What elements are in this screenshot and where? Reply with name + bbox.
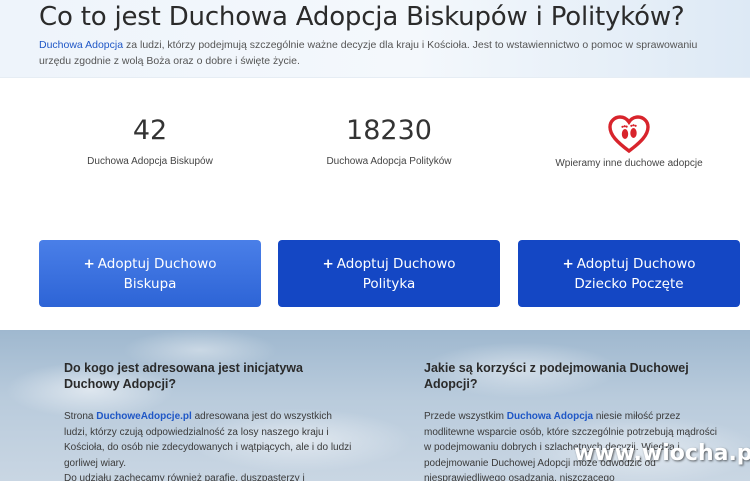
stat-bishops: 42 Duchowa Adopcja Biskupów (35, 112, 265, 167)
page-title: Co to jest Duchowa Adopcja Biskupów i Po… (39, 2, 685, 32)
intro-link[interactable]: Duchowa Adopcja (39, 39, 123, 51)
stat-politicians-label: Duchowa Adopcja Polityków (326, 156, 452, 167)
adopt-politician-line1: + Adoptuj Duchowo (322, 255, 456, 272)
stat-bishops-count: 42 (132, 115, 168, 146)
hero-banner: Co to jest Duchowa Adopcja Biskupów i Po… (0, 0, 750, 78)
audience-text: Strona DuchoweAdopcje.pl adresowana jest… (64, 411, 352, 481)
adopt-bishop-line1: + Adoptuj Duchowo (83, 255, 217, 272)
stat-bishops-label: Duchowa Adopcja Biskupów (87, 156, 213, 167)
heart-footprints-icon (608, 115, 650, 154)
adopt-unborn-line2: Dziecko Poczęte (574, 275, 684, 292)
adopt-unborn-line1: + Adoptuj Duchowo (562, 255, 696, 272)
audience-heading: Do kogo jest adresowana jest inicjatywa … (64, 361, 303, 391)
info-section-audience: Do kogo jest adresowana jest inicjatywa … (64, 360, 354, 481)
stat-other-label: Wpieramy inne duchowe adopcje (555, 158, 703, 169)
stat-other-adoptions: Wpieramy inne duchowe adopcje (514, 114, 744, 169)
adopt-politician-line2: Polityka (362, 275, 416, 292)
stat-politicians: 18230 Duchowa Adopcja Polityków (274, 112, 504, 167)
intro-body: za ludzi, którzy podejmują szczególnie w… (39, 39, 698, 67)
plus-icon: + (83, 255, 95, 272)
plus-icon: + (322, 255, 334, 272)
duchoweadopcje-link[interactable]: DuchoweAdopcje.pl (96, 411, 192, 422)
benefits-heading: Jakie są korzyści z podejmowania Duchowe… (424, 361, 689, 391)
adopt-bishop-line2: Biskupa (123, 275, 177, 292)
adopt-politician-button[interactable]: + Adoptuj Duchowo Polityka (278, 240, 500, 307)
plus-icon: + (562, 255, 574, 272)
watermark: www.wiocha.pl (574, 441, 750, 466)
duchowa-adopcja-link[interactable]: Duchowa Adopcja (507, 411, 593, 422)
intro-text: Duchowa Adopcja za ludzi, którzy podejmu… (39, 37, 729, 69)
adopt-bishop-button[interactable]: + Adoptuj Duchowo Biskupa (39, 240, 261, 307)
adopt-unborn-child-button[interactable]: + Adoptuj Duchowo Dziecko Poczęte (518, 240, 740, 307)
stat-politicians-count: 18230 (346, 115, 432, 146)
